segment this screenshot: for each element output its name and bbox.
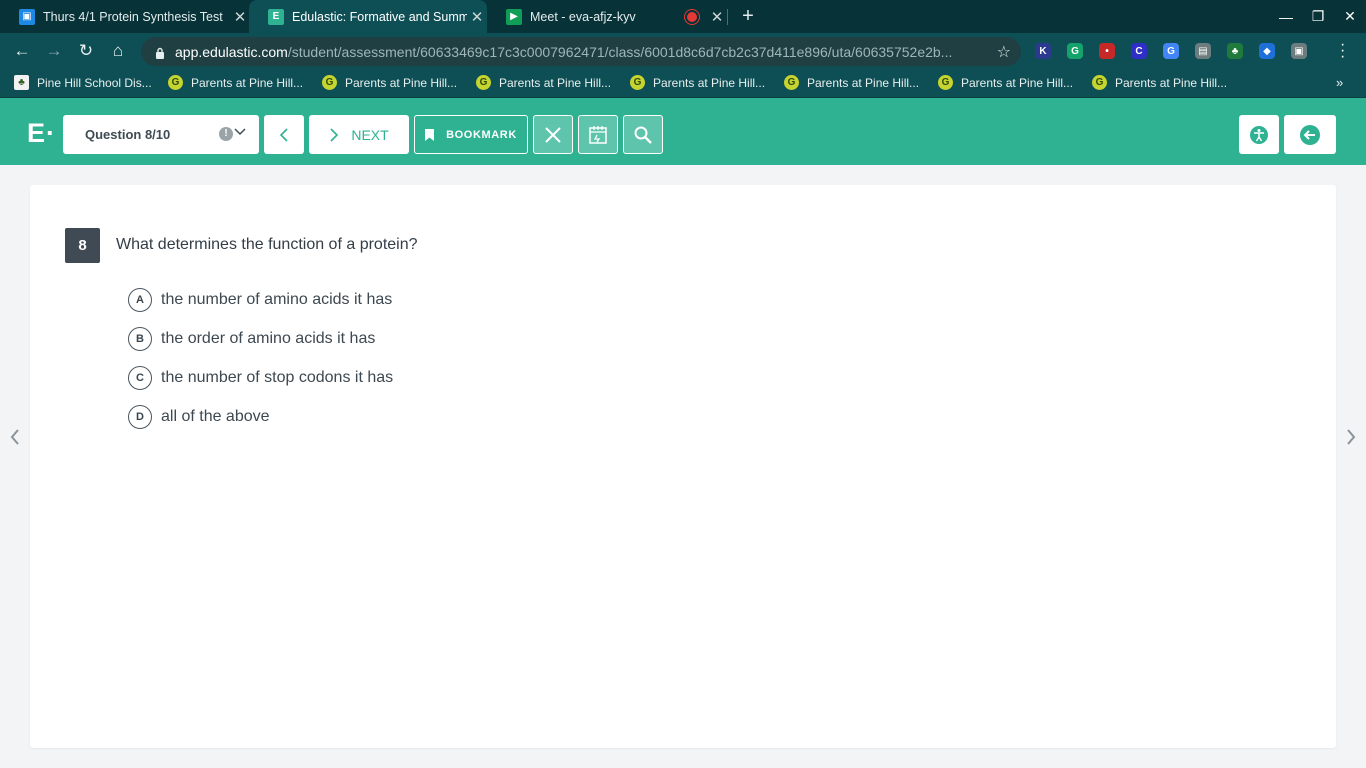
accessibility-button[interactable] xyxy=(1239,115,1279,154)
browser-tabstrip: ▣ Thurs 4/1 Protein Synthesis Test ✕ E E… xyxy=(0,0,1366,33)
url-text: app.edulastic.com/student/assessment/606… xyxy=(175,43,953,60)
bookmark-item[interactable]: G Parents at Pine Hill... xyxy=(1092,75,1227,90)
exit-button[interactable] xyxy=(1284,115,1336,154)
lock-icon xyxy=(155,46,165,59)
scratchpad-button[interactable] xyxy=(578,115,618,154)
bookmark-item[interactable]: G Parents at Pine Hill... xyxy=(168,75,303,90)
bookmark-star-icon[interactable]: ☆ xyxy=(997,42,1011,62)
new-tab-icon[interactable]: + xyxy=(737,5,759,27)
edulastic-icon: E xyxy=(268,8,284,25)
bookmark-item[interactable]: G Parents at Pine Hill... xyxy=(784,75,919,90)
scratchpad-icon xyxy=(589,125,607,144)
cross-icon xyxy=(545,126,561,143)
tree-icon: ♣ xyxy=(14,75,29,90)
option-letter: D xyxy=(128,405,152,429)
chevron-right-icon xyxy=(330,127,339,142)
home-icon[interactable]: ⌂ xyxy=(105,38,131,64)
browser-menu-icon[interactable]: · · · xyxy=(1340,37,1346,65)
question-selector[interactable]: Question 8/10 ! xyxy=(63,115,259,154)
browser-toolbar: ← → ↻ ⌂ app.edulastic.com/student/assess… xyxy=(0,33,1366,69)
extension-icon[interactable]: G xyxy=(1163,43,1179,59)
extension-icon[interactable]: G xyxy=(1067,43,1083,59)
previous-button[interactable] xyxy=(264,115,304,154)
question-number-badge: 8 xyxy=(65,228,100,263)
parents-icon: G xyxy=(938,75,953,90)
option-text: the number of stop codons it has xyxy=(161,369,394,386)
next-question-arrow-icon[interactable] xyxy=(1343,427,1359,447)
close-icon[interactable]: ✕ xyxy=(230,8,250,26)
parents-icon: G xyxy=(1092,75,1107,90)
option-text: the number of amino acids it has xyxy=(161,291,393,308)
forward-icon[interactable]: → xyxy=(41,38,67,64)
reload-icon[interactable]: ↻ xyxy=(73,38,99,64)
bookmark-item[interactable]: G Parents at Pine Hill... xyxy=(630,75,765,90)
bookmark-item[interactable]: ♣ Pine Hill School Dis... xyxy=(14,75,152,90)
restore-icon[interactable]: ❐ xyxy=(1302,0,1334,33)
parents-icon: G xyxy=(476,75,491,90)
close-icon[interactable]: ✕ xyxy=(467,8,487,26)
bookmark-item[interactable]: G Parents at Pine Hill... xyxy=(476,75,611,90)
bookmark-item[interactable]: G Parents at Pine Hill... xyxy=(322,75,457,90)
recording-icon xyxy=(687,11,697,22)
answer-option-d[interactable]: D all of the above xyxy=(128,404,270,430)
tab-classroom[interactable]: ▣ Thurs 4/1 Protein Synthesis Test ✕ xyxy=(0,0,250,33)
magnifier-button[interactable] xyxy=(623,115,663,154)
answer-option-b[interactable]: B the order of amino acids it has xyxy=(128,326,375,352)
answer-option-a[interactable]: A the number of amino acids it has xyxy=(128,287,392,313)
option-letter: A xyxy=(128,288,152,312)
classroom-icon: ▣ xyxy=(19,8,35,25)
question-card: 8 What determines the function of a prot… xyxy=(30,185,1336,748)
parents-icon: G xyxy=(168,75,183,90)
search-icon xyxy=(634,126,652,144)
extension-icon[interactable]: ◆ xyxy=(1259,43,1275,59)
extension-icon[interactable]: ▤ xyxy=(1195,43,1211,59)
previous-question-arrow-icon[interactable] xyxy=(7,427,23,447)
parents-icon: G xyxy=(322,75,337,90)
answer-option-c[interactable]: C the number of stop codons it has xyxy=(128,365,393,391)
extension-icon[interactable]: K xyxy=(1035,43,1051,59)
option-letter: C xyxy=(128,366,152,390)
address-bar[interactable]: app.edulastic.com/student/assessment/606… xyxy=(141,37,1021,66)
extension-icon[interactable]: C xyxy=(1131,43,1147,59)
option-text: the order of amino acids it has xyxy=(161,330,376,347)
answer-eliminator-button[interactable] xyxy=(533,115,573,154)
tab-edulastic[interactable]: E Edulastic: Formative and Summ ✕ xyxy=(249,0,487,33)
extension-icon[interactable]: ▣ xyxy=(1291,43,1307,59)
bookmarks-bar: ♣ Pine Hill School Dis... G Parents at P… xyxy=(0,69,1366,98)
meet-icon: ▶ xyxy=(506,8,522,25)
option-letter: B xyxy=(128,327,152,351)
parents-icon: G xyxy=(784,75,799,90)
edulastic-logo: E· xyxy=(27,118,56,148)
chevron-down-icon xyxy=(234,124,246,139)
extension-icon[interactable]: ♣ xyxy=(1227,43,1243,59)
tab-divider xyxy=(727,9,728,25)
close-icon[interactable]: ✕ xyxy=(707,8,727,26)
tab-meet[interactable]: ▶ Meet - eva-afjz-kyv ✕ xyxy=(487,0,727,33)
question-text: What determines the function of a protei… xyxy=(116,236,418,253)
option-text: all of the above xyxy=(161,408,270,425)
minimize-icon[interactable]: — xyxy=(1270,0,1302,33)
next-button[interactable]: NEXT xyxy=(309,115,409,154)
extension-icon[interactable]: • xyxy=(1099,43,1115,59)
info-icon: ! xyxy=(219,127,233,141)
more-bookmarks-icon[interactable]: » xyxy=(1336,75,1343,90)
assessment-page: 8 What determines the function of a prot… xyxy=(0,165,1366,768)
parents-icon: G xyxy=(630,75,645,90)
chevron-left-icon xyxy=(279,127,288,142)
back-icon[interactable]: ← xyxy=(9,38,35,64)
exit-arrow-icon xyxy=(1300,124,1320,145)
bookmark-item[interactable]: G Parents at Pine Hill... xyxy=(938,75,1073,90)
accessibility-icon xyxy=(1250,125,1268,144)
close-window-icon[interactable]: ✕ xyxy=(1334,0,1366,33)
bookmark-button[interactable]: BOOKMARK xyxy=(414,115,528,154)
bookmark-icon xyxy=(425,128,435,141)
assessment-header: E· Question 8/10 ! NEXT BOOKMARK xyxy=(0,98,1366,165)
